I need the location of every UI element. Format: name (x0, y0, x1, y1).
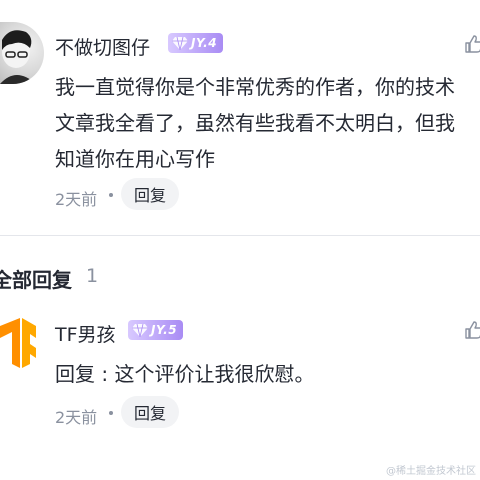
commenter-username[interactable]: 不做切图仔 (55, 33, 150, 60)
commenter-avatar[interactable] (0, 22, 44, 84)
diamond-gem-icon (172, 36, 188, 50)
separator-dot (109, 193, 113, 197)
section-divider (0, 235, 480, 236)
comment-text-line-2: 文章我全看了，虽然有些我看不太明白，但我 (55, 111, 455, 135)
separator-dot (109, 411, 113, 415)
replies-count: 1 (86, 265, 99, 287)
replier-username[interactable]: TF男孩 (55, 320, 116, 347)
reply-button[interactable]: 回复 (121, 396, 180, 428)
diamond-gem-icon (132, 323, 148, 337)
watermark: @稀土掘金技术社区 (386, 466, 476, 477)
comment-text-line-1: 我一直觉得你是个非常优秀的作者，你的技术 (55, 75, 455, 99)
level-badge: JY.4 (168, 33, 224, 53)
thumbs-up-icon[interactable] (464, 34, 480, 54)
comment-text-line-3: 知道你在用心写作 (55, 147, 215, 171)
tensorflow-logo-avatar[interactable] (0, 318, 38, 368)
reply-text: 回复 : 这个评价让我很欣慰。 (55, 362, 315, 386)
level-badge: JY.5 (128, 320, 184, 340)
level-badge-text: JY.4 (191, 36, 218, 50)
reply-button[interactable]: 回复 (121, 178, 180, 210)
comment-time: 2天前 (55, 190, 98, 209)
level-badge-text: JY.5 (151, 323, 178, 337)
reply-time: 2天前 (55, 408, 98, 427)
thumbs-up-icon[interactable] (464, 320, 480, 340)
all-replies-title: 全部回复 (0, 268, 72, 292)
